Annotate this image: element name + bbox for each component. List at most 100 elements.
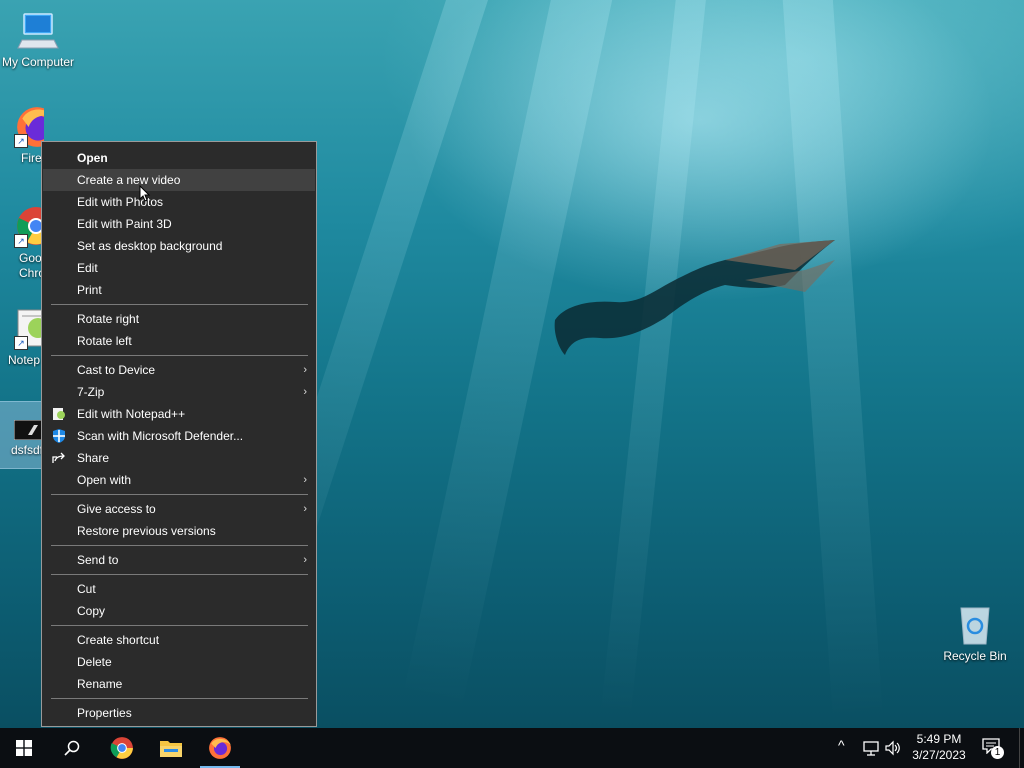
menu-item-send-to[interactable]: Send to › [43,549,315,571]
desktop-icon-dsfsdf[interactable]: dsfsdf [0,401,42,469]
menu-item-label: Cast to Device [77,363,156,377]
desktop-icon-recycle-bin[interactable]: Recycle Bin [937,602,1013,663]
desktop-icon-label: dsfsdf [11,443,41,457]
taskbar: ^ 5:49 PM 3/27/2023 1 [0,728,1024,768]
menu-item-label: Set as desktop background [77,239,223,253]
menu-item-cut[interactable]: Cut [43,578,315,600]
menu-item-rename[interactable]: Rename [43,673,315,695]
menu-separator [51,494,308,495]
menu-item-create-new-video[interactable]: Create a new video [43,169,315,191]
menu-separator [51,304,308,305]
menu-item-label: Send to [77,553,119,567]
desktop-icon-label: Recycle Bin [943,649,1007,663]
notepadpp-icon [53,408,65,420]
show-desktop-button[interactable] [1019,728,1024,768]
chrome-icon [110,737,133,759]
menu-item-label: Edit with Notepad++ [77,407,186,421]
menu-item-open[interactable]: Open [43,147,315,169]
folder-icon [160,741,182,757]
desktop-icon-label: Notep [8,353,41,367]
menu-item-restore-previous-versions[interactable]: Restore previous versions [43,520,315,542]
windows-logo-icon [16,740,32,756]
menu-item-edit-with-photos[interactable]: Edit with Photos [43,191,315,213]
menu-item-label: Rename [77,677,123,691]
menu-item-label: Edit [77,261,98,275]
menu-item-label: Cut [77,582,96,596]
menu-item-rotate-left[interactable]: Rotate left [43,330,315,352]
notepadpp-icon: ↗ [14,306,44,350]
menu-item-label: Properties [77,706,132,720]
menu-item-label: Open [77,151,108,165]
menu-item-edit[interactable]: Edit [43,257,315,279]
chevron-right-icon: › [303,386,307,398]
menu-item-properties[interactable]: Properties [43,702,315,724]
clock-date: 3/27/2023 [912,748,966,762]
menu-item-edit-with-notepadpp[interactable]: Edit with Notepad++ [43,403,315,425]
chevron-right-icon: › [303,474,307,486]
chevron-right-icon: › [303,503,307,515]
desktop-icon-my-computer[interactable]: My Computer [0,8,76,69]
notification-badge: 1 [991,746,1004,759]
recycle-bin-icon [953,602,997,646]
chrome-icon: ↗ [14,204,44,248]
menu-item-label: Restore previous versions [77,524,216,538]
desktop-icon-label: My Computer [1,55,75,69]
menu-item-label: Edit with Paint 3D [77,217,172,231]
chevron-right-icon: › [303,364,307,376]
menu-item-give-access-to[interactable]: Give access to › [43,498,315,520]
menu-item-edit-with-paint-3d[interactable]: Edit with Paint 3D [43,213,315,235]
firefox-icon [209,737,231,759]
menu-item-label: Scan with Microsoft Defender... [77,429,244,443]
context-menu: Open Create a new video Edit with Photos… [41,141,317,727]
wallpaper-diver [554,240,835,355]
defender-shield-icon [53,429,65,443]
menu-item-delete[interactable]: Delete [43,651,315,673]
mouse-cursor-icon [139,185,151,202]
action-center-button[interactable]: 1 [982,738,1004,759]
desktop-icon-label: Fire [21,151,42,165]
menu-item-share[interactable]: Share [43,447,315,469]
image-file-icon [13,419,41,441]
menu-item-label: Rotate right [77,312,140,326]
menu-item-label: Create a new video [77,173,181,187]
menu-item-label: Create shortcut [77,633,160,647]
desktop-icon-chrome[interactable]: ↗ Goo Chro [0,204,44,281]
taskbar-file-explorer[interactable] [147,728,195,768]
taskbar-chrome[interactable] [98,728,146,768]
desktop[interactable]: My Computer ↗ Fire ↗ Goo Chro ↗ Notep ds… [0,0,1024,728]
menu-item-label: Print [77,283,102,297]
menu-item-print[interactable]: Print [43,279,315,301]
network-icon[interactable] [862,739,880,757]
menu-item-cast-to-device[interactable]: Cast to Device › [43,359,315,381]
search-button[interactable] [48,728,96,768]
menu-item-label: Give access to [77,502,156,516]
start-button[interactable] [0,728,48,768]
volume-icon[interactable] [884,739,902,757]
computer-icon [16,8,60,52]
menu-item-label: Copy [77,604,106,618]
menu-item-label: Rotate left [77,334,132,348]
shortcut-arrow-icon: ↗ [14,234,28,248]
menu-item-copy[interactable]: Copy [43,600,315,622]
menu-item-open-with[interactable]: Open with › [43,469,315,491]
menu-item-set-desktop-background[interactable]: Set as desktop background [43,235,315,257]
desktop-icon-notepadpp[interactable]: ↗ Notep [0,306,44,367]
menu-separator [51,355,308,356]
search-icon [64,740,80,756]
menu-separator [51,625,308,626]
menu-item-rotate-right[interactable]: Rotate right [43,308,315,330]
chevron-right-icon: › [303,554,307,566]
menu-item-create-shortcut[interactable]: Create shortcut [43,629,315,651]
firefox-icon: ↗ [14,104,44,148]
taskbar-clock[interactable]: 5:49 PM 3/27/2023 [906,731,972,763]
menu-item-label: Share [77,451,110,465]
menu-item-7zip[interactable]: 7-Zip › [43,381,315,403]
share-icon [52,452,65,463]
menu-item-scan-with-defender[interactable]: Scan with Microsoft Defender... [43,425,315,447]
menu-item-label: Delete [77,655,112,669]
menu-item-label: 7-Zip [77,385,105,399]
menu-separator [51,574,308,575]
show-hidden-icons-chevron[interactable]: ^ [838,737,845,753]
desktop-icon-firefox[interactable]: ↗ Fire [0,104,44,165]
taskbar-firefox[interactable] [196,728,244,768]
